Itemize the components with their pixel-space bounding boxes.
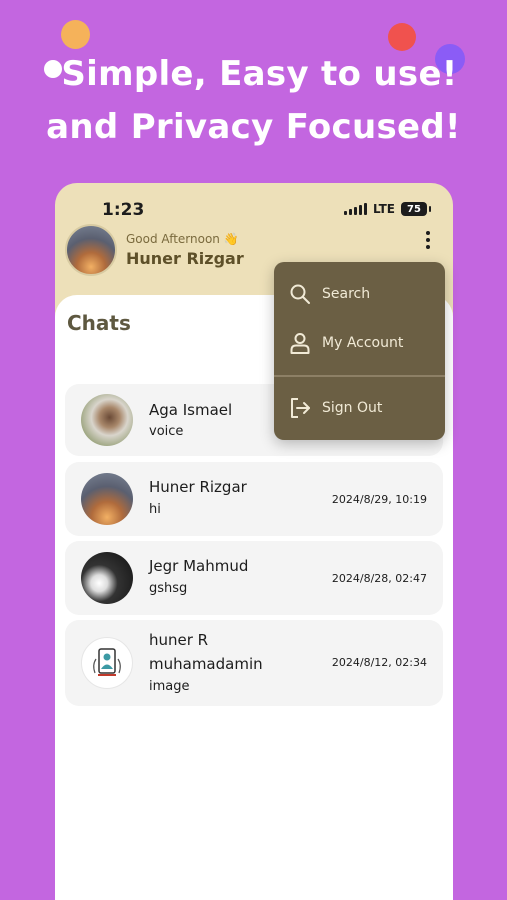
- avatar: [81, 637, 133, 689]
- decorative-dot: [388, 23, 416, 51]
- menu-divider: [274, 375, 445, 377]
- battery-level: 75: [407, 203, 421, 215]
- chat-timestamp: 2024/8/29, 10:19: [331, 493, 427, 506]
- promo-subheadline: and Privacy Focused!: [46, 107, 461, 147]
- page-title: Chats: [67, 311, 131, 335]
- chat-last-message: voice: [149, 424, 184, 439]
- user-illustration-icon: [93, 648, 121, 676]
- signal-icon: [343, 203, 367, 215]
- overflow-menu: Search My Account Sign Out: [274, 262, 445, 440]
- decorative-dot: [61, 20, 90, 49]
- chat-name: huner R: [149, 631, 209, 649]
- person-icon: [290, 333, 310, 354]
- avatar: [81, 473, 133, 525]
- avatar: [81, 552, 133, 604]
- greeting-text: Good Afternoon 👋: [126, 232, 239, 246]
- menu-item-label: Search: [322, 286, 371, 302]
- profile-name: Huner Rizgar: [126, 249, 244, 268]
- battery-icon: 75: [401, 202, 431, 216]
- chat-name: Aga Ismael: [149, 401, 233, 419]
- status-indicators: LTE 75: [343, 202, 431, 216]
- chat-timestamp: 2024/8/28, 02:47: [331, 572, 427, 585]
- network-label: LTE: [372, 202, 395, 216]
- more-menu-icon[interactable]: [420, 229, 436, 251]
- chat-name: Huner Rizgar: [149, 478, 247, 496]
- chat-name: muhamadamin: [149, 655, 263, 673]
- chat-name: Jegr Mahmud: [149, 557, 249, 575]
- chat-list-item[interactable]: huner R muhamadamin image 2024/8/12, 02:…: [65, 620, 443, 706]
- chat-last-message: hi: [149, 502, 161, 517]
- menu-item-search[interactable]: Search: [274, 272, 445, 316]
- chat-timestamp: 2024/8/12, 02:34: [331, 656, 427, 669]
- chat-list-item[interactable]: Huner Rizgar hi 2024/8/29, 10:19: [65, 462, 443, 536]
- menu-item-label: Sign Out: [322, 400, 383, 416]
- menu-item-my-account[interactable]: My Account: [274, 321, 445, 365]
- chat-last-message: image: [149, 679, 190, 694]
- promo-headline: Simple, Easy to use!: [61, 54, 458, 94]
- avatar[interactable]: [65, 224, 117, 276]
- avatar: [81, 394, 133, 446]
- search-icon: [290, 284, 310, 304]
- sign-out-icon: [291, 398, 310, 418]
- menu-item-label: My Account: [322, 335, 404, 351]
- status-time: 1:23: [102, 200, 145, 220]
- menu-item-sign-out[interactable]: Sign Out: [274, 386, 445, 430]
- chat-last-message: gshsg: [149, 581, 188, 596]
- chat-list-item[interactable]: Jegr Mahmud gshsg 2024/8/28, 02:47: [65, 541, 443, 615]
